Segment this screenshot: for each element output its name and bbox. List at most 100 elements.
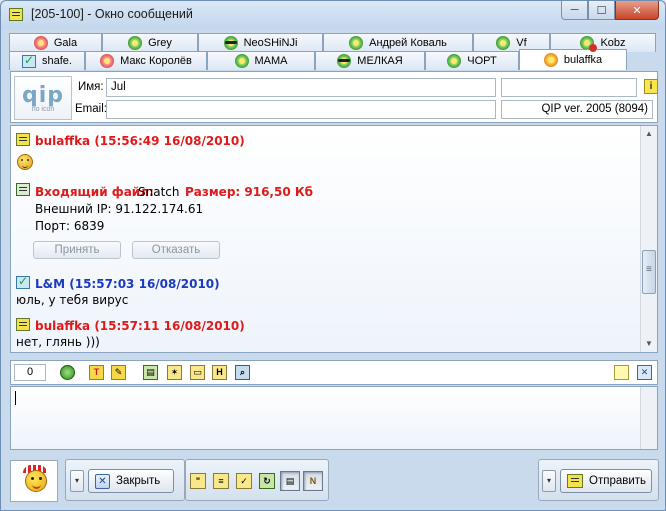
flower-red-icon [33, 36, 48, 50]
flower-green-icon [128, 36, 143, 50]
message-text: юль, у тебя вирус [16, 293, 129, 307]
name-field[interactable]: Jul [106, 78, 496, 97]
window-title: [205-100] - Окно сообщений [31, 7, 193, 21]
star-icon[interactable]: ✶ [167, 365, 182, 380]
email-label: Email: [75, 103, 107, 115]
tab-maks-korolev[interactable]: Макс Королёв [85, 51, 207, 70]
tab-label: NeoSHiNJi [243, 37, 298, 49]
n-toggle-icon[interactable]: N [303, 471, 323, 491]
message-header: bulaffka (15:56:49 16/08/2010) [35, 134, 245, 148]
close-icon: ✕ [95, 473, 110, 489]
flower-green-icon [447, 54, 462, 68]
flower-glasses-icon [223, 36, 238, 50]
send-icon [567, 474, 583, 488]
contact-tabs: Gala Grey NeoSHiNJi Андрей Коваль Vf Kob… [9, 31, 659, 71]
send-button-label: Отправить [589, 475, 647, 487]
message-icon [16, 133, 30, 146]
flower-green-icon [496, 36, 511, 50]
tab-label: Vf [516, 37, 527, 49]
tab-chort[interactable]: ЧОРТ [425, 51, 519, 70]
file-ip: Внешний IP: 91.122.174.61 [35, 202, 204, 216]
char-counter: 0 [14, 364, 46, 381]
tab-label: МЕЛКАЯ [357, 55, 403, 67]
file-name: Snatch [138, 185, 180, 199]
paint-icon[interactable]: ✎ [111, 365, 126, 380]
format-group: " ≡ ✓ ↻ ▤ N [185, 459, 329, 501]
send-menu-dropdown[interactable]: ▾ [542, 470, 556, 492]
minimize-button[interactable]: ─ [561, 1, 588, 20]
message-header: L&M (15:57:03 16/08/2010) [35, 277, 220, 291]
close-menu-dropdown[interactable]: ▾ [70, 470, 84, 492]
message-input[interactable] [10, 386, 658, 450]
flower-sun-icon [543, 53, 558, 67]
close-button-label: Закрыть [116, 475, 161, 487]
tab-label: shafe. [42, 55, 72, 67]
flower-red-icon [100, 54, 115, 68]
smiley-icon [17, 154, 33, 170]
tab-row-2: shafe. Макс Королёв MAMA МЕЛКАЯ ЧОРТ bul… [9, 49, 627, 71]
file-size: Размер: 916,50 Кб [185, 185, 314, 199]
accept-file-button[interactable]: Принять [33, 241, 121, 259]
message-header: bulaffka (15:57:11 16/08/2010) [35, 319, 245, 333]
message-history[interactable]: bulaffka (15:56:49 16/08/2010) Входящий … [10, 125, 658, 353]
tab-gala[interactable]: Gala [9, 33, 102, 52]
refresh-icon[interactable]: ↻ [259, 473, 275, 489]
tab-grey[interactable]: Grey [102, 33, 198, 52]
tab-label: ЧОРТ [467, 55, 497, 67]
flower-green-icon [234, 54, 249, 68]
tab-bulaffka[interactable]: bulaffka [519, 49, 627, 70]
client-version: QIP ver. 2005 (8094) [501, 100, 653, 119]
quote-icon[interactable]: " [190, 473, 206, 489]
email-field[interactable] [106, 100, 496, 119]
translit-icon[interactable]: T [89, 365, 104, 380]
scroll-down-arrow-icon[interactable]: ▼ [641, 336, 657, 352]
message-window: [205-100] - Окно сообщений ─ ☐ ✕ Gala Gr… [0, 0, 666, 511]
bottom-bar: ▾ ✕ Закрыть " ≡ ✓ ↻ ▤ N ▾ Отправить [1, 453, 665, 511]
tab-label: Макс Королёв [120, 55, 192, 67]
search-icon[interactable]: ⌕ [235, 365, 250, 380]
name-label: Имя: [78, 81, 104, 93]
message-text: нет, глянь ))) [16, 335, 100, 349]
window-controls: ─ ☐ ✕ [561, 1, 659, 20]
smiley-menu-icon[interactable] [60, 365, 75, 380]
user-info-icon[interactable]: i [644, 79, 658, 94]
close-toolbar-icon[interactable]: ✕ [637, 365, 652, 380]
tab-neoshinji[interactable]: NeoSHiNJi [198, 33, 323, 52]
avatar-smiley-icon [25, 470, 47, 492]
qip-logo: qip [21, 83, 65, 108]
scroll-thumb[interactable] [642, 250, 656, 294]
decline-file-button[interactable]: Отказать [132, 241, 220, 259]
title-bar: [205-100] - Окно сообщений ─ ☐ ✕ [1, 1, 665, 29]
close-window-button[interactable]: ✕ [615, 1, 659, 20]
send-group: ▾ Отправить [538, 459, 659, 501]
tab-shafe[interactable]: shafe. [9, 51, 85, 70]
spell-check-icon[interactable]: ✓ [236, 473, 252, 489]
extra-field[interactable] [501, 78, 637, 97]
send-button[interactable]: Отправить [560, 469, 652, 493]
save-icon[interactable]: ▤ [143, 365, 158, 380]
file-transfer-icon [16, 183, 30, 196]
tab-mama[interactable]: MAMA [207, 51, 315, 70]
folder-icon[interactable]: ▭ [190, 365, 205, 380]
history-scrollbar[interactable]: ▲ ▼ [640, 126, 657, 352]
message-window-icon [9, 8, 23, 21]
flower-glasses-icon [337, 54, 352, 68]
scroll-up-arrow-icon[interactable]: ▲ [641, 126, 657, 142]
contact-info-panel: qip no icon Имя: Jul i Email: QIP ver. 2… [10, 71, 658, 123]
history-icon[interactable]: H [212, 365, 227, 380]
notes-icon[interactable]: ▤ [280, 471, 300, 491]
template-icon[interactable]: ≡ [213, 473, 229, 489]
tab-label: Gala [53, 37, 78, 49]
close-button[interactable]: ✕ Закрыть [88, 469, 174, 493]
input-scrollbar[interactable] [640, 387, 657, 449]
tab-label: bulaffka [563, 54, 603, 66]
file-port: Порт: 6839 [35, 219, 105, 233]
flower-dnd-icon [580, 36, 598, 52]
tab-melkaya[interactable]: МЕЛКАЯ [315, 51, 425, 70]
note-icon[interactable] [614, 365, 629, 380]
message-check-icon [22, 53, 37, 68]
tab-andrey-koval[interactable]: Андрей Коваль [323, 33, 473, 52]
own-avatar[interactable] [10, 460, 58, 502]
message-check-icon [16, 274, 30, 289]
maximize-button[interactable]: ☐ [588, 1, 615, 20]
